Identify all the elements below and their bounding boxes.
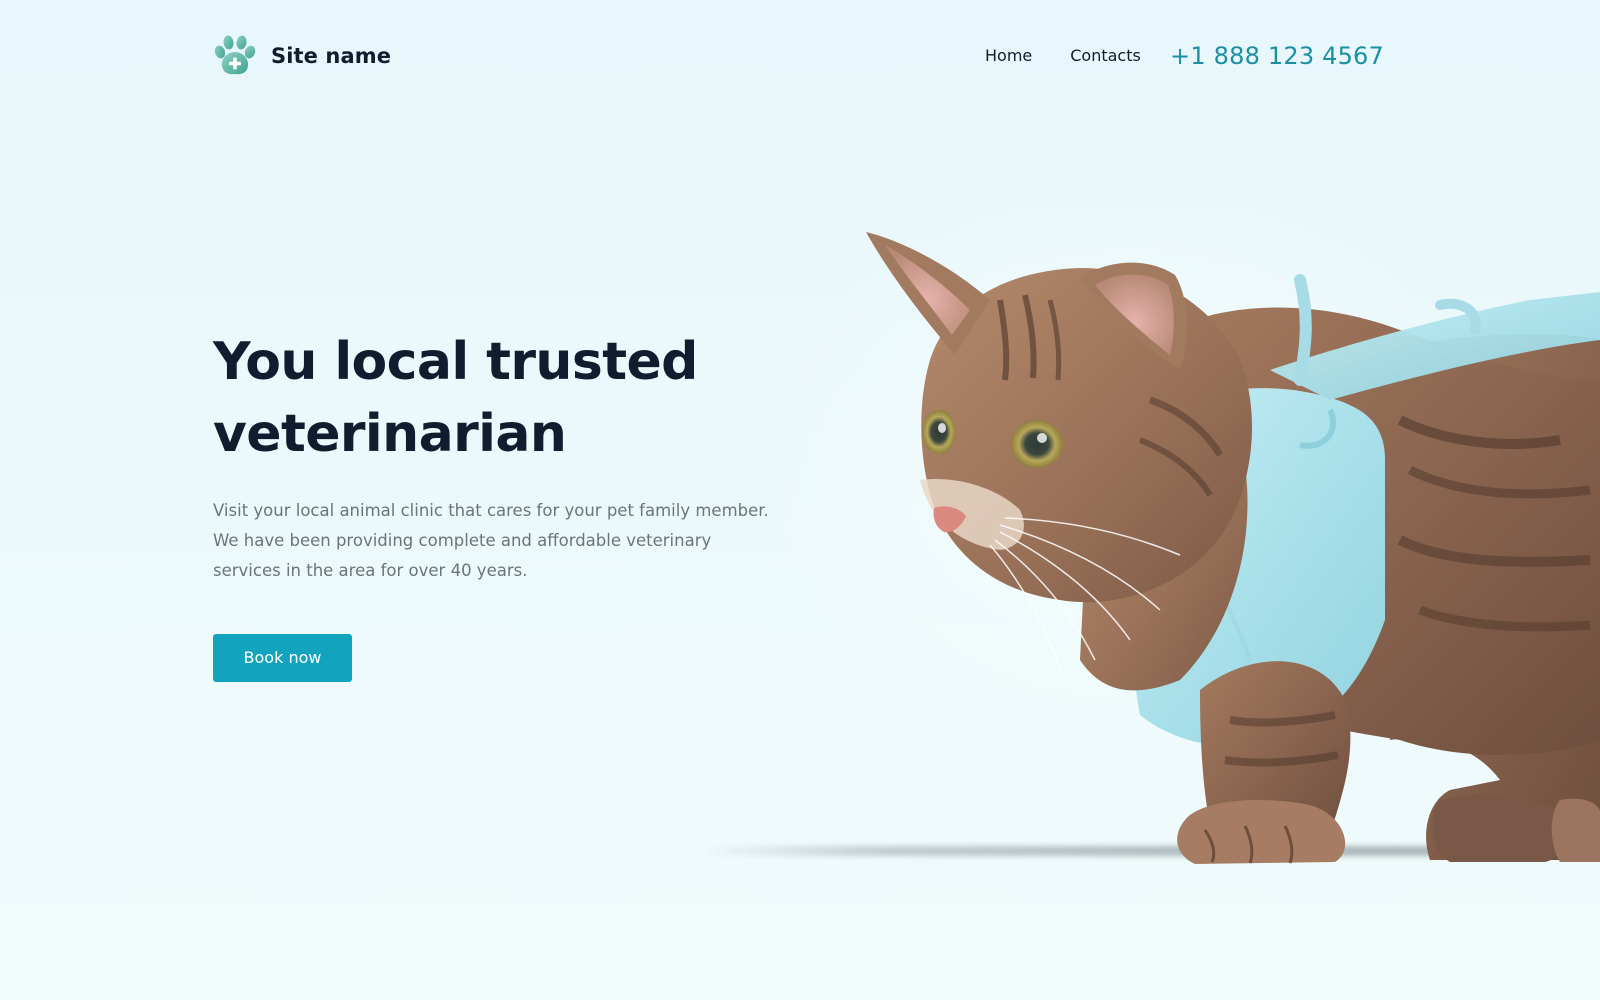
hero-title-line2: veterinarian [213,404,567,464]
phone-link[interactable]: +1 888 123 4567 [1170,38,1384,74]
hero-title: You local trusted veterinarian [213,326,813,470]
landing-page: Site name Home Contacts +1 888 123 4567 … [0,0,1600,1000]
nav-home[interactable]: Home [985,44,1032,68]
site-name: Site name [271,44,392,68]
hero-lead: Visit your local animal clinic that care… [213,501,769,580]
hero-title-line1: You local trusted [213,332,698,392]
site-header: Site name Home Contacts +1 888 123 4567 [0,0,1600,112]
paw-plus-icon [214,35,256,75]
nav-contacts[interactable]: Contacts [1070,44,1141,68]
brand-link[interactable]: Site name [213,34,391,78]
main-nav: Home Contacts [985,44,1141,68]
hero-section: You local trusted veterinarian Visit you… [213,326,813,682]
book-now-button[interactable]: Book now [213,634,352,682]
